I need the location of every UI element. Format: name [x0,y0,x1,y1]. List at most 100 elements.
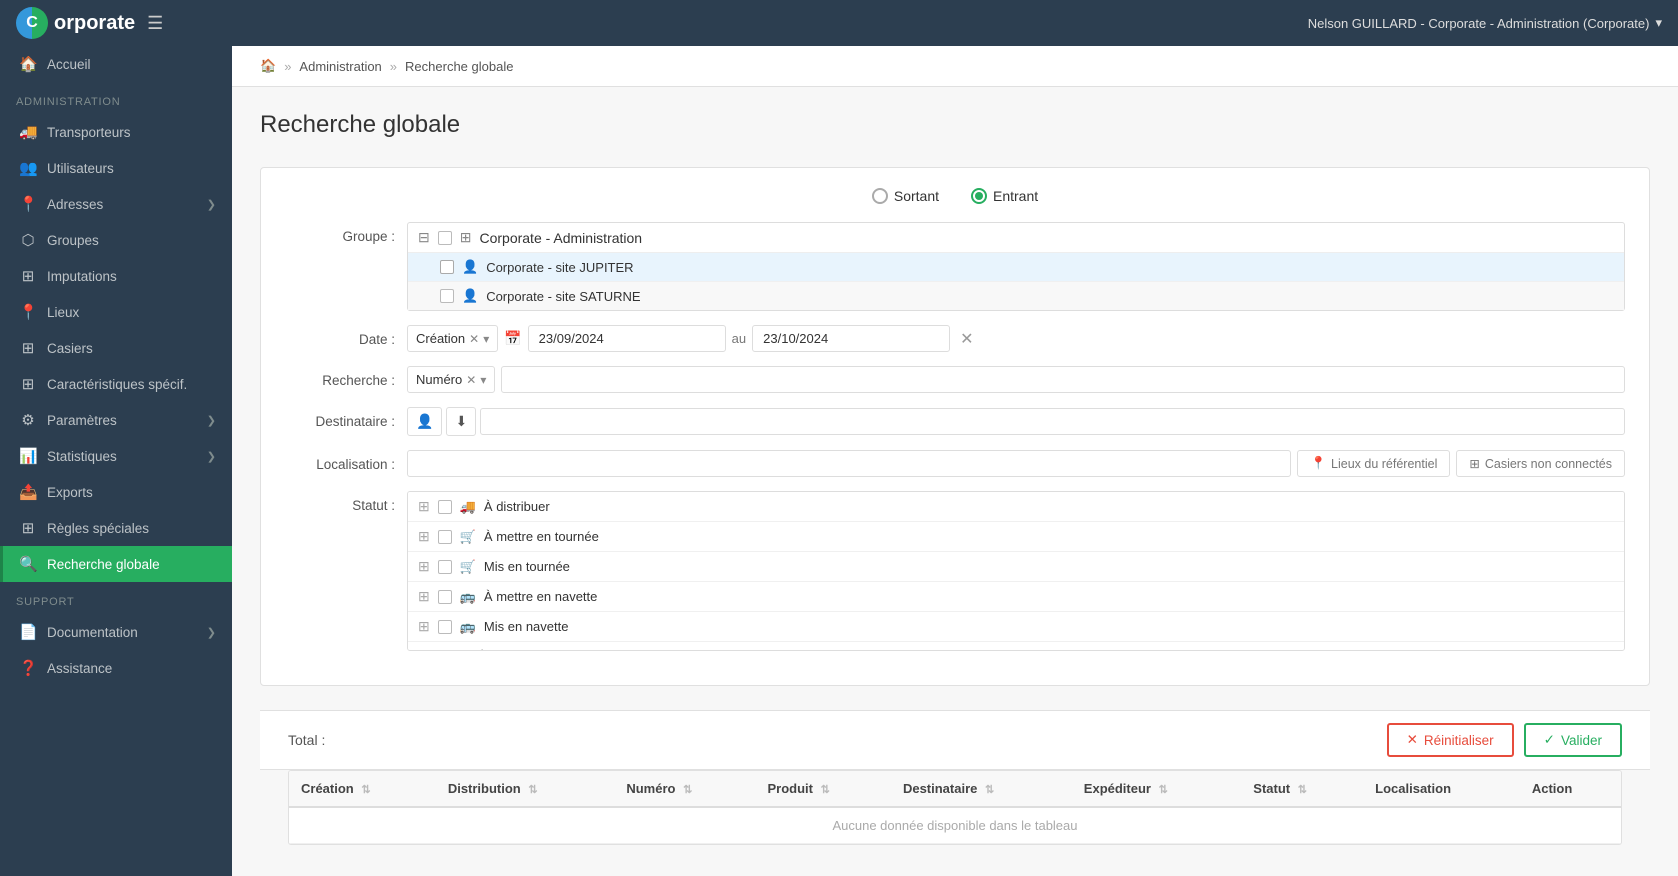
chevron-right-icon-2: ❯ [207,414,216,427]
reset-button[interactable]: ✕ Réinitialiser [1387,723,1514,757]
chevron-right-icon-4: ❯ [207,626,216,639]
user-info[interactable]: Nelson GUILLARD - Corporate - Administra… [1308,15,1662,31]
statut-label: Statut : [285,491,395,513]
th-numero[interactable]: Numéro ⇅ [614,771,755,807]
date-from-input[interactable] [528,325,726,352]
breadcrumb-admin[interactable]: Administration [299,59,381,74]
chevron-down-icon: ▾ [1655,15,1662,31]
radio-sortant-label: Sortant [894,188,939,204]
sidebar-item-exports[interactable]: 📤 Exports [0,474,232,510]
radio-sortant[interactable]: Sortant [872,188,939,204]
sidebar-item-documentation[interactable]: 📄 Documentation ❯ [0,614,232,650]
home-breadcrumb-icon[interactable]: 🏠 [260,58,276,74]
sidebar-item-parametres[interactable]: ⚙ Paramètres ❯ [0,402,232,438]
recherche-text-input[interactable] [501,366,1625,393]
chevron-right-icon-3: ❯ [207,450,216,463]
sidebar-item-lieux[interactable]: 📍 Lieux [0,294,232,330]
statut-cb-0[interactable] [438,500,452,514]
destinataire-label: Destinataire : [285,407,395,429]
localisation-input[interactable] [407,450,1291,477]
date-type-clear[interactable]: ✕ [469,332,479,346]
th-distribution[interactable]: Distribution ⇅ [436,771,615,807]
sidebar-label-imputations: Imputations [47,269,216,284]
collapse-icon[interactable]: ⊟ [418,229,430,246]
date-to-input[interactable] [752,325,950,352]
validate-label: Valider [1561,733,1602,748]
statut-plus-5[interactable]: ⊞ [418,648,430,651]
sidebar: 🏠 Accueil ADMINISTRATION 🚚 Transporteurs… [0,46,232,876]
statut-icon-2: 🛒 [460,559,476,575]
statut-icon-4: 🚌 [460,619,476,635]
statut-cb-1[interactable] [438,530,452,544]
statut-plus-3[interactable]: ⊞ [418,588,430,605]
date-type-arrow[interactable]: ▾ [483,332,489,346]
recherche-type-clear[interactable]: ✕ [466,373,476,387]
destinataire-group-btn[interactable]: ⬇ [446,407,476,436]
statut-icon-5: ⊞ [460,649,471,652]
sidebar-item-imputations[interactable]: ⊞ Imputations [0,258,232,294]
hamburger-icon[interactable]: ☰ [147,13,163,34]
statut-plus-4[interactable]: ⊞ [418,618,430,635]
destinataire-input[interactable] [480,408,1625,435]
th-creation[interactable]: Création ⇅ [289,771,436,807]
casiers-non-connectes-button[interactable]: ⊞ Casiers non connectés [1456,450,1625,477]
sidebar-item-assistance[interactable]: ❓ Assistance [0,650,232,686]
th-statut[interactable]: Statut ⇅ [1241,771,1363,807]
groupe-child2-checkbox[interactable] [440,289,454,303]
statut-plus-2[interactable]: ⊞ [418,558,430,575]
sort-icon-produit: ⇅ [821,784,830,796]
statut-plus-0[interactable]: ⊞ [418,498,430,515]
pin-icon: 📍 [19,195,37,213]
sidebar-item-transporteurs[interactable]: 🚚 Transporteurs [0,114,232,150]
statut-item-0: ⊞ 🚚 À distribuer [408,492,1624,522]
th-action[interactable]: Action [1520,771,1621,807]
statut-plus-1[interactable]: ⊞ [418,528,430,545]
calendar-icon[interactable]: 📅 [504,330,521,347]
page-content: Recherche globale Sortant Entrant [232,87,1678,876]
sidebar-item-statistiques[interactable]: 📊 Statistiques ❯ [0,438,232,474]
sidebar-item-caracteristiques[interactable]: ⊞ Caractéristiques spécif. [0,366,232,402]
groupe-child1-checkbox[interactable] [440,260,454,274]
statut-row: Statut : ⊞ 🚚 À distribuer ⊞ [285,491,1625,651]
recherche-type-arrow[interactable]: ▾ [480,373,486,387]
sidebar-item-recherche[interactable]: 🔍 Recherche globale [0,546,232,582]
sidebar-item-accueil[interactable]: 🏠 Accueil [0,46,232,82]
statut-cb-4[interactable] [438,620,452,634]
rules-icon: ⊞ [19,519,37,537]
recherche-control: Numéro ✕ ▾ [407,366,1625,393]
location-icon: 📍 [19,303,37,321]
table-body: Aucune donnée disponible dans le tableau [289,807,1621,844]
th-expediteur[interactable]: Expéditeur ⇅ [1072,771,1241,807]
char-icon: ⊞ [19,375,37,393]
statut-cb-5[interactable] [438,650,452,652]
breadcrumb-current: Recherche globale [405,59,513,74]
sidebar-item-adresses[interactable]: 📍 Adresses ❯ [0,186,232,222]
statut-icon-3: 🚌 [460,589,476,605]
destinataire-fields: 👤 ⬇ [407,407,1625,436]
lieux-referentiel-button[interactable]: 📍 Lieux du référentiel [1297,450,1450,477]
statut-label-3: À mettre en navette [484,589,597,604]
validate-button[interactable]: ✓ Valider [1524,723,1622,757]
groupe-parent-checkbox[interactable] [438,231,452,245]
sidebar-item-casiers[interactable]: ⊞ Casiers [0,330,232,366]
groupe-parent-name: Corporate - Administration [479,230,642,246]
th-destinataire[interactable]: Destinataire ⇅ [891,771,1072,807]
statut-control: ⊞ 🚚 À distribuer ⊞ 🛒 À mettre en tournée [407,491,1625,651]
sidebar-item-utilisateurs[interactable]: 👥 Utilisateurs [0,150,232,186]
radio-sortant-circle [872,188,888,204]
localisation-control: 📍 Lieux du référentiel ⊞ Casiers non con… [407,450,1625,477]
sort-icon-numero: ⇅ [683,784,692,796]
statut-cb-3[interactable] [438,590,452,604]
radio-entrant[interactable]: Entrant [971,188,1038,204]
localisation-fields: 📍 Lieux du référentiel ⊞ Casiers non con… [407,450,1625,477]
sidebar-item-groupes[interactable]: ⬡ Groupes [0,222,232,258]
destinataire-person-btn[interactable]: 👤 [407,407,442,436]
statut-label-4: Mis en navette [484,619,569,634]
sidebar-item-regles[interactable]: ⊞ Règles spéciales [0,510,232,546]
th-produit[interactable]: Produit ⇅ [755,771,890,807]
th-localisation[interactable]: Localisation [1363,771,1520,807]
date-clear-icon[interactable]: ✕ [956,329,977,349]
reset-x-icon: ✕ [1407,732,1418,748]
recherche-type-label: Numéro [416,372,462,387]
statut-cb-2[interactable] [438,560,452,574]
